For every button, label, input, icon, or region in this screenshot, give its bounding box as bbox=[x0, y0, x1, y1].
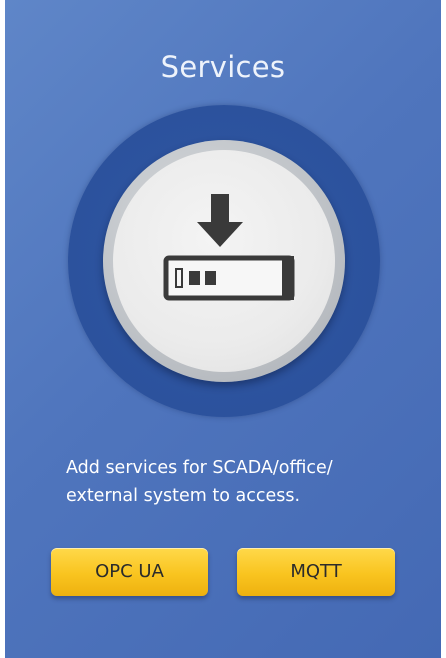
services-icon-disc bbox=[103, 140, 345, 382]
page-title: Services bbox=[160, 50, 286, 84]
description-line-1: Add services for SCADA/office/ bbox=[66, 458, 333, 478]
device-end-cap bbox=[282, 256, 294, 300]
arrow-shaft bbox=[211, 194, 229, 224]
device-box bbox=[163, 255, 295, 301]
services-panel: Services Add services for SCADA/office/ bbox=[5, 0, 441, 658]
download-to-device-icon bbox=[163, 194, 295, 301]
device-port-2 bbox=[205, 271, 216, 285]
services-description: Add services for SCADA/office/ external … bbox=[66, 454, 406, 510]
mqtt-button[interactable]: MQTT bbox=[237, 548, 395, 596]
device-port-1 bbox=[189, 271, 200, 285]
arrow-head bbox=[197, 222, 243, 247]
services-icon-face bbox=[113, 150, 335, 372]
opc-ua-button[interactable]: OPC UA bbox=[51, 548, 208, 596]
services-icon-ring bbox=[68, 105, 380, 417]
description-line-2: external system to access. bbox=[66, 486, 301, 506]
